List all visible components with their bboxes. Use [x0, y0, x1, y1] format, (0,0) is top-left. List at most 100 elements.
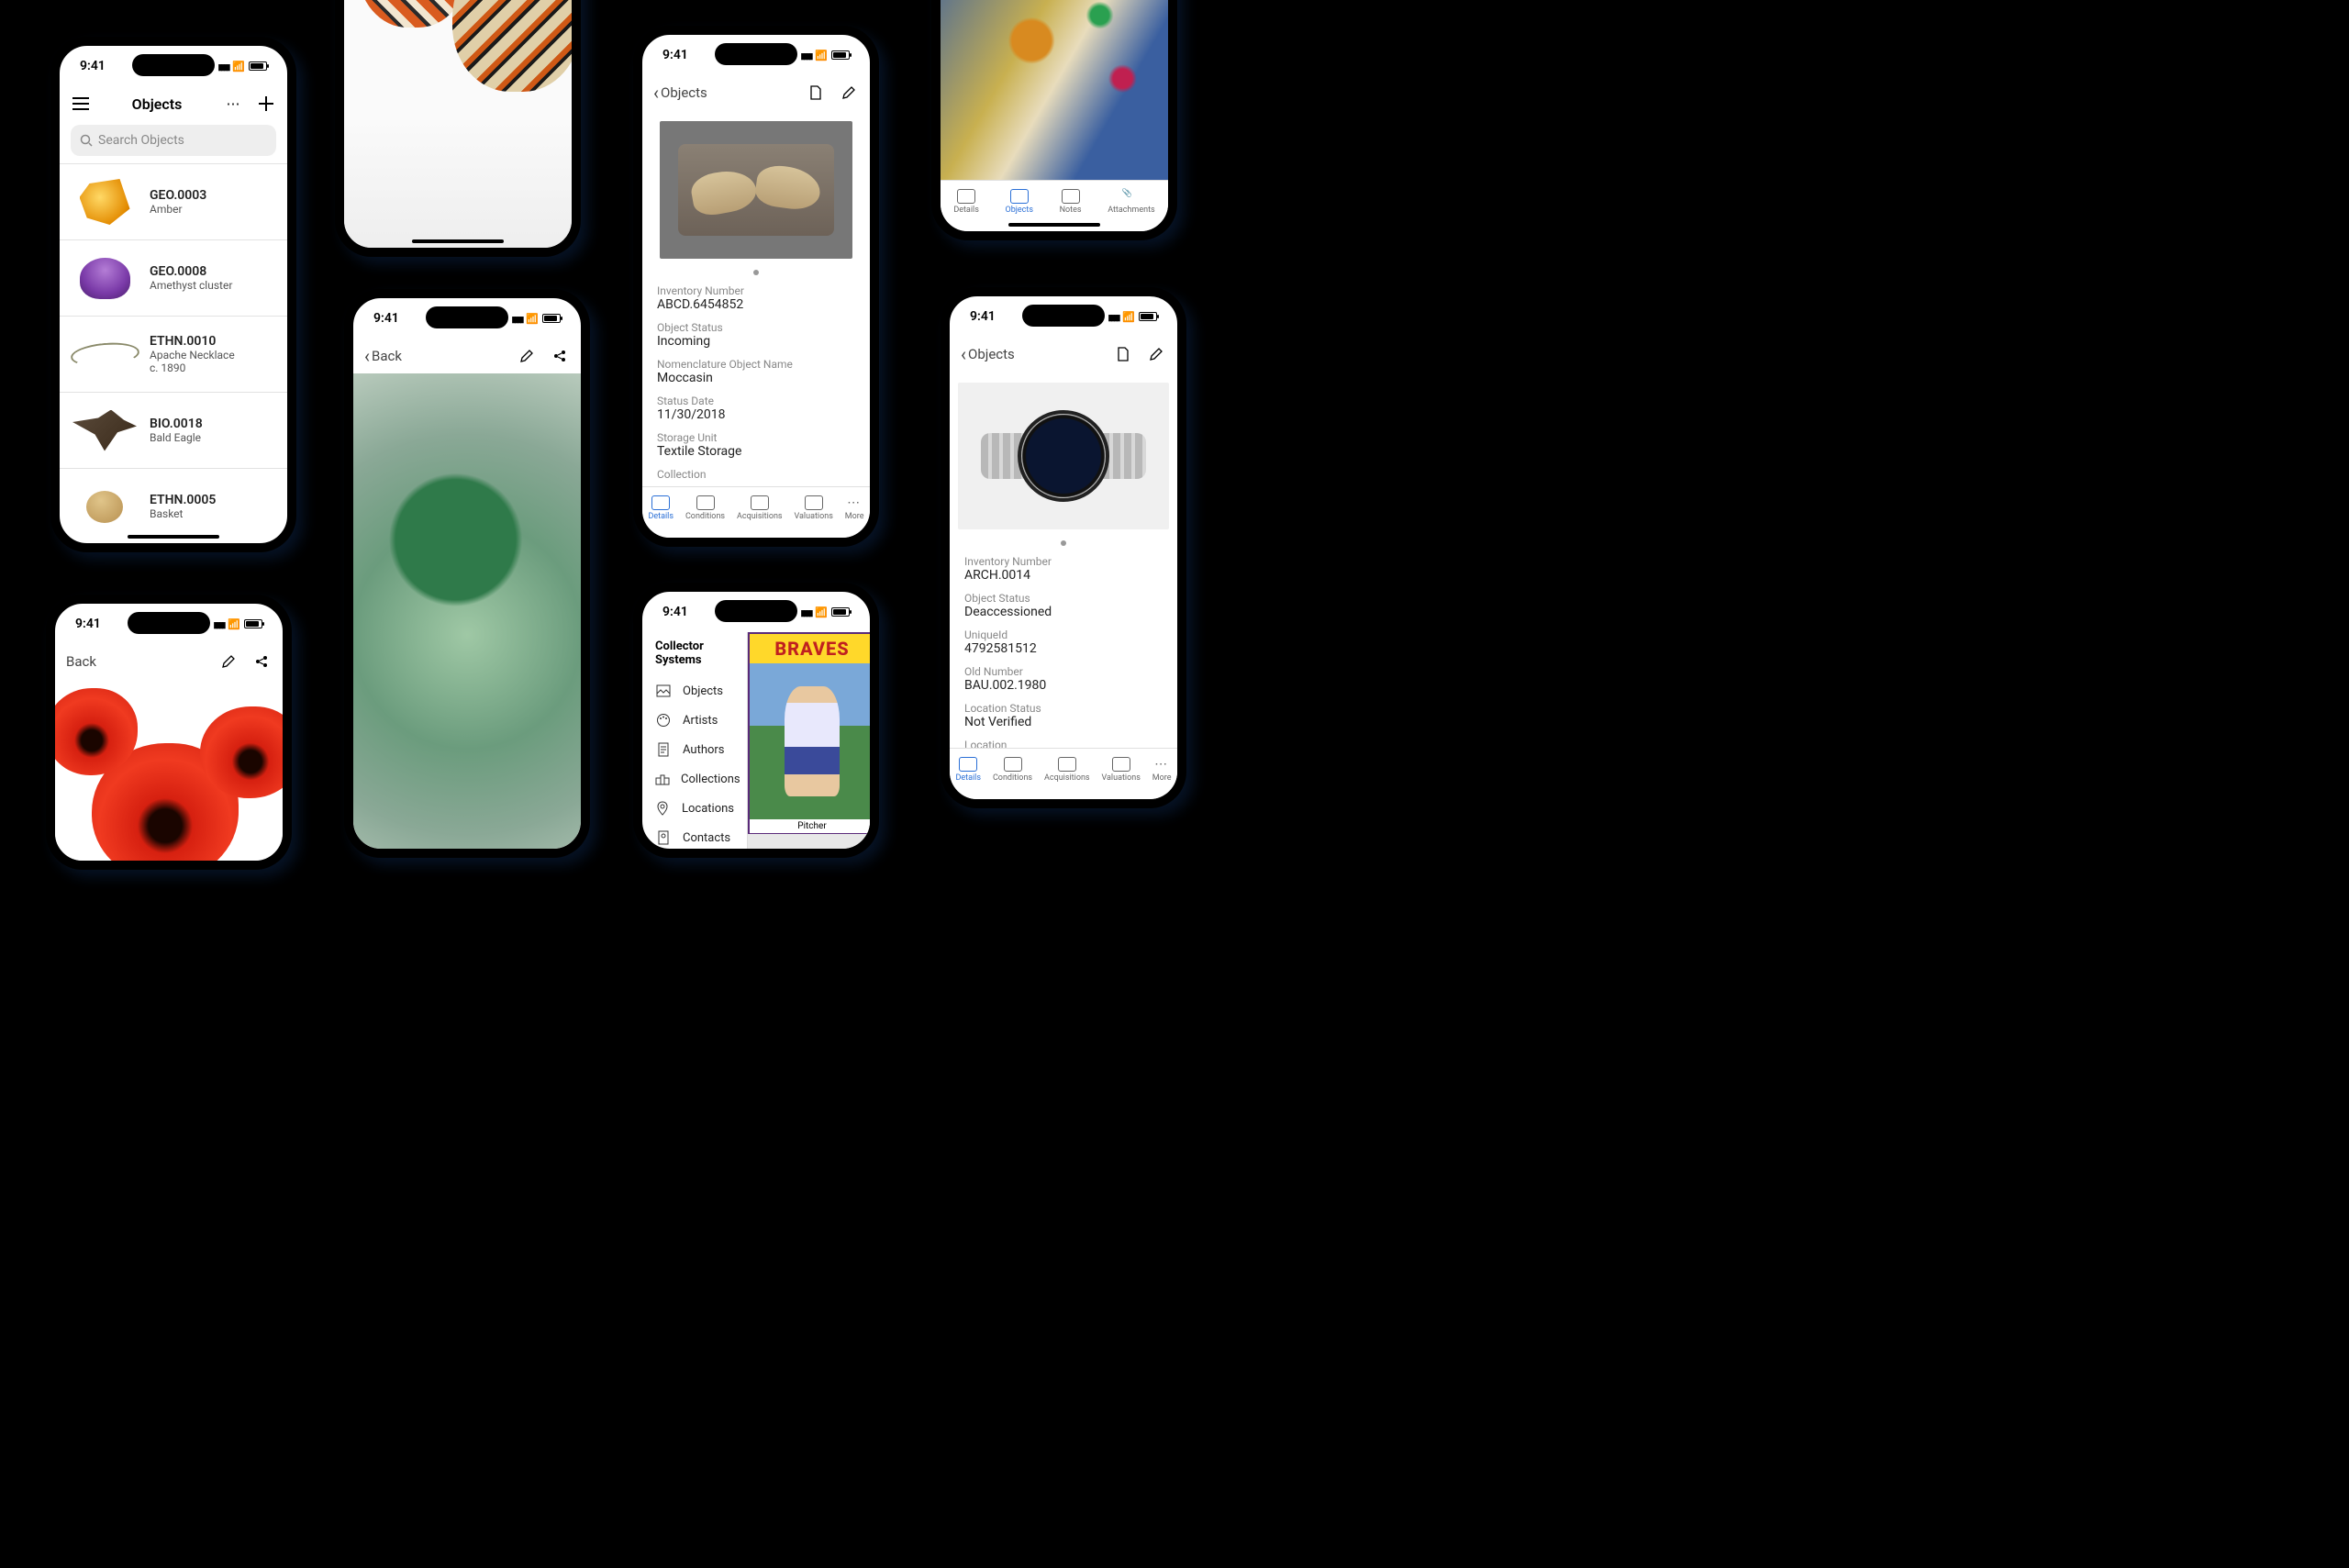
tab-bar: Details Conditions Acquisitions Valuatio…: [642, 486, 870, 538]
status-time: 9:41: [970, 309, 996, 324]
back-button[interactable]: ‹ Objects: [961, 343, 1015, 365]
share-icon[interactable]: [550, 346, 570, 366]
menu-item-locations[interactable]: Locations: [642, 794, 747, 823]
list-item[interactable]: GEO.0003 Amber: [60, 164, 287, 240]
tab-details[interactable]: Details: [955, 757, 981, 783]
tab-objects[interactable]: Objects: [1006, 189, 1033, 215]
tab-more[interactable]: ⋯More: [1152, 757, 1172, 783]
wifi-icon: [232, 60, 245, 72]
field-label: Object Status: [964, 592, 1163, 605]
edit-icon[interactable]: [218, 651, 239, 672]
phone-objects-list: 9:41 Objects ⋯ Search Objects GEO.0003: [50, 37, 296, 552]
location-icon: [655, 800, 671, 817]
field-label: Inventory Number: [657, 284, 855, 297]
dragon-image[interactable]: [941, 0, 1168, 180]
tab-details[interactable]: Details: [953, 189, 979, 215]
crystal-image[interactable]: [353, 373, 581, 849]
tab-bar: Details Conditions Acquisitions Valuatio…: [950, 748, 1177, 799]
search-input[interactable]: Search Objects: [71, 125, 276, 156]
hero-image[interactable]: [958, 383, 1169, 529]
wifi-icon: [526, 312, 539, 325]
document-icon[interactable]: [1113, 344, 1133, 364]
tab-conditions[interactable]: Conditions: [993, 757, 1032, 783]
item-name: Amber: [150, 203, 206, 216]
back-button[interactable]: Back: [66, 653, 96, 670]
document-icon: [655, 741, 672, 758]
status-time: 9:41: [373, 311, 399, 326]
collections-icon: [655, 771, 670, 787]
field-label: Location Status: [964, 702, 1163, 715]
more-icon[interactable]: ⋯: [223, 94, 243, 114]
baseball-card[interactable]: BRAVES Pitcher: [748, 632, 876, 834]
edit-icon[interactable]: [517, 346, 537, 366]
menu-icon[interactable]: [71, 94, 91, 114]
tab-acquisitions[interactable]: Acquisitions: [1044, 757, 1090, 783]
hero-image-container: [642, 121, 870, 259]
poppies-image[interactable]: [55, 679, 283, 870]
home-indicator: [128, 535, 219, 539]
list-item[interactable]: GEO.0008 Amethyst cluster: [60, 240, 287, 317]
phone-moccasin-detail: 9:41 ‹ Objects Inventory NumberABCD.6454…: [633, 26, 879, 547]
hero-image[interactable]: [660, 121, 852, 259]
tab-more[interactable]: ⋯More: [845, 495, 864, 521]
menu-title: Collector Systems: [642, 632, 747, 676]
tab-attachments[interactable]: 📎Attachments: [1108, 189, 1154, 215]
conditions-icon: [696, 495, 715, 510]
back-button[interactable]: ‹ Back: [364, 345, 402, 367]
list-item[interactable]: ETHN.0005 Basket: [60, 469, 287, 545]
home-indicator: [1008, 223, 1100, 227]
menu-item-contacts[interactable]: Contacts: [642, 823, 747, 852]
list-item[interactable]: BIO.0018 Bald Eagle: [60, 393, 287, 469]
side-menu: Collector Systems Objects Artists Author…: [642, 632, 748, 849]
back-label: Back: [372, 348, 402, 364]
acquisitions-icon: [751, 495, 769, 510]
page-title: Objects: [132, 95, 183, 113]
menu-item-groups[interactable]: Groups: [642, 852, 747, 858]
content-behind-menu: BRAVES Pitcher: [748, 632, 876, 849]
acquisitions-icon: [1058, 757, 1076, 772]
contacts-icon: [655, 829, 672, 846]
pager-dot: [753, 270, 759, 275]
tab-valuations[interactable]: Valuations: [795, 495, 833, 521]
field-value: ABCD.6454852: [657, 297, 855, 312]
tab-details[interactable]: Details: [648, 495, 674, 521]
palette-icon: [655, 712, 672, 728]
list-item[interactable]: ETHN.0010 Apache Necklace c. 1890: [60, 317, 287, 393]
details-icon: [957, 189, 975, 204]
status-time: 9:41: [80, 59, 106, 73]
document-icon[interactable]: [806, 83, 826, 103]
details-icon: [651, 495, 670, 510]
notes-icon: [1062, 189, 1080, 204]
wifi-icon: [228, 617, 240, 630]
thumbnail-amber: [80, 179, 130, 225]
notch: [132, 54, 215, 76]
phone-dragon-detail: Details Objects Notes 📎Attachments: [931, 0, 1177, 240]
share-icon[interactable]: [251, 651, 272, 672]
phone-sidemenu: 9:41 Collector Systems Objects Artists A…: [633, 583, 879, 858]
battery-icon: [1139, 312, 1157, 321]
menu-item-authors[interactable]: Authors: [642, 735, 747, 764]
objects-icon: [1010, 189, 1029, 204]
add-icon[interactable]: [256, 94, 276, 114]
phone-pottery-image: [335, 0, 581, 257]
battery-icon: [244, 619, 262, 628]
menu-item-objects[interactable]: Objects: [642, 676, 747, 706]
item-name: Amethyst cluster: [150, 279, 232, 292]
pottery-image[interactable]: [344, 0, 572, 248]
chevron-left-icon: ‹: [364, 345, 370, 367]
edit-icon[interactable]: [1146, 344, 1166, 364]
tab-conditions[interactable]: Conditions: [685, 495, 725, 521]
edit-icon[interactable]: [839, 83, 859, 103]
wifi-icon: [815, 606, 828, 618]
menu-item-artists[interactable]: Artists: [642, 706, 747, 735]
back-button[interactable]: ‹ Objects: [653, 82, 707, 104]
tab-valuations[interactable]: Valuations: [1102, 757, 1141, 783]
signal-icon: [800, 606, 811, 618]
tab-acquisitions[interactable]: Acquisitions: [737, 495, 783, 521]
field-value: ARCH.0014: [964, 568, 1163, 583]
item-name: Basket: [150, 507, 216, 520]
menu-item-collections[interactable]: Collections: [642, 764, 747, 794]
status-indicators: [217, 60, 267, 72]
pottery-vessel-2: [452, 0, 581, 92]
tab-notes[interactable]: Notes: [1060, 189, 1082, 215]
